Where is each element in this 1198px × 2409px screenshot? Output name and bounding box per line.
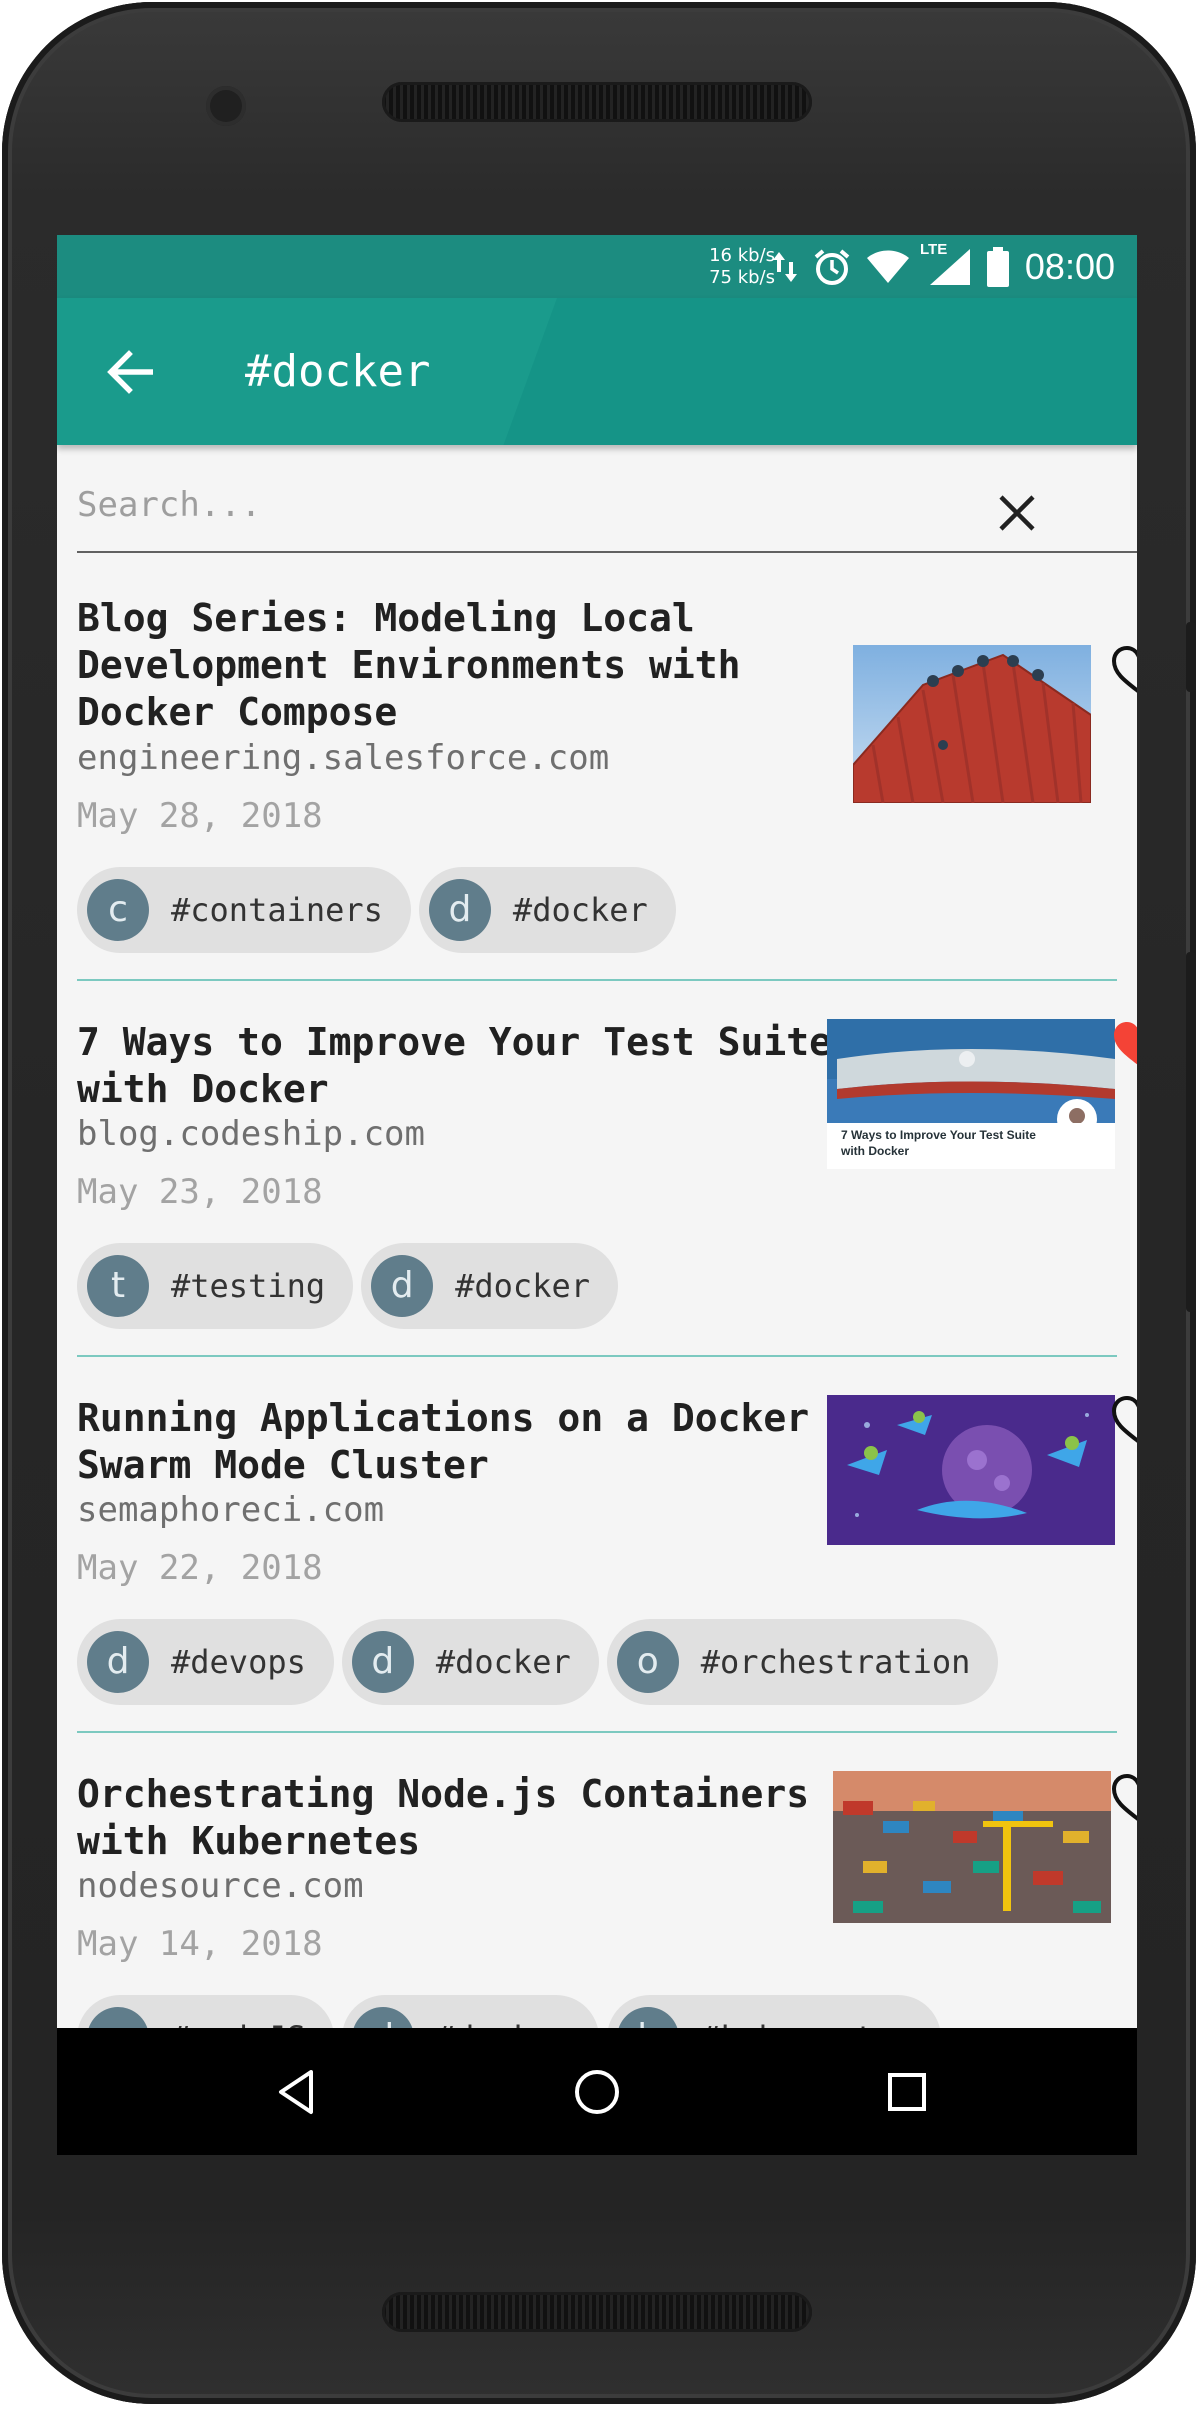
system-nav-bar [57,2028,1137,2155]
tag-chip[interactable]: c #containers [77,867,411,953]
screen: 16 kb/s 75 kb/s LTE 08:00 #docker Search… [57,235,1137,2155]
earpiece-speaker [382,82,812,122]
tag-avatar: t [87,1255,149,1317]
article-date: May 22, 2018 [77,1548,323,1588]
net-up: 75 kb/s [709,267,775,288]
tag-label: #docker [435,1643,571,1681]
article-title[interactable]: Orchestrating Node.js Containers with Ku… [77,1771,837,1865]
article-title[interactable]: Running Applications on a Docker Swarm M… [77,1395,837,1489]
phone-frame: 16 kb/s 75 kb/s LTE 08:00 #docker Search… [2,2,1196,2404]
thumbnail-caption: 7 Ways to Improve Your Test Suite with D… [841,1128,1036,1158]
heart-outline-icon[interactable] [1111,1773,1137,1823]
home-circle-icon[interactable] [565,2060,629,2124]
tag-avatar: c [87,879,149,941]
net-down: 16 kb/s [709,245,775,266]
article-date: May 23, 2018 [77,1172,323,1212]
status-bar: 16 kb/s 75 kb/s LTE 08:00 [57,235,1137,298]
tag-label: #devops [171,1643,306,1681]
tag-avatar: d [371,1255,434,1317]
tag-label: #containers [171,891,383,929]
article-date: May 14, 2018 [77,1924,323,1964]
data-transfer-icon [773,252,797,282]
tag-chip[interactable]: d #devops [77,1619,334,1705]
article-title[interactable]: Blog Series: Modeling Local Development … [77,595,837,736]
network-type: LTE [920,241,948,258]
heart-outline-icon[interactable] [1111,1395,1137,1445]
tag-label: #orchestration [700,1643,971,1681]
tag-avatar: d [351,1631,414,1693]
power-button [1186,622,1196,692]
article-card[interactable]: Blog Series: Modeling Local Development … [77,595,1137,955]
toolbar-shade [503,298,1137,445]
tag-avatar: d [87,1631,149,1693]
divider [77,979,1117,981]
tag-chips: t #testing d #docker [77,1243,618,1329]
tag-chip[interactable]: d #docker [418,867,676,953]
article-domain: blog.codeship.com [77,1114,425,1154]
article-thumbnail[interactable]: 7 Ways to Improve Your Test Suite with D… [827,1019,1115,1169]
tag-chip[interactable]: t #testing [77,1243,354,1329]
clock: 08:00 [1024,246,1115,287]
article-card[interactable]: 7 Ways to Improve Your Test Suite with D… [77,1019,1137,1379]
tag-avatar: o [616,1631,679,1693]
article-card[interactable]: Running Applications on a Docker Swarm M… [77,1395,1137,1755]
tag-chip[interactable]: d #docker [341,1619,599,1705]
tag-avatar: d [428,879,491,941]
article-domain: nodesource.com [77,1866,364,1906]
search-bar [77,465,1137,553]
volume-button [1186,952,1196,1312]
tag-chips: c #containers d #docker [77,867,676,953]
article-thumbnail[interactable] [853,645,1091,803]
article-thumbnail[interactable] [833,1771,1111,1923]
tag-chip[interactable]: o #orchestration [606,1619,999,1705]
wifi-icon [867,250,909,283]
article-domain: engineering.salesforce.com [77,738,610,778]
front-camera [206,86,246,126]
tag-chip[interactable]: d #docker [361,1243,618,1329]
divider [77,1731,1117,1733]
alarm-icon [814,249,850,285]
article-date: May 28, 2018 [77,796,323,836]
divider [77,1355,1117,1357]
article-domain: semaphoreci.com [77,1490,385,1530]
bottom-speaker [382,2292,812,2332]
tag-label: #docker [512,891,648,929]
article-title[interactable]: 7 Ways to Improve Your Test Suite with D… [77,1019,837,1113]
tag-label: #testing [171,1267,326,1305]
app-toolbar: #docker [57,298,1137,445]
network-speed: 16 kb/s 75 kb/s [679,245,775,289]
heart-outline-icon[interactable] [1111,645,1137,695]
article-thumbnail[interactable] [827,1395,1115,1545]
recents-square-icon[interactable] [875,2060,939,2124]
back-triangle-icon[interactable] [267,2060,331,2124]
signal-icon: LTE [920,241,972,287]
heart-filled-icon[interactable] [1111,1019,1137,1069]
battery-icon [987,247,1009,287]
search-input[interactable] [77,475,977,535]
tag-label: #docker [455,1267,590,1305]
page-title: #docker [245,346,431,397]
arrow-left-icon[interactable] [107,350,153,394]
tag-chips: d #devops d #docker o #orchestration [77,1619,999,1705]
close-icon[interactable] [997,493,1037,533]
